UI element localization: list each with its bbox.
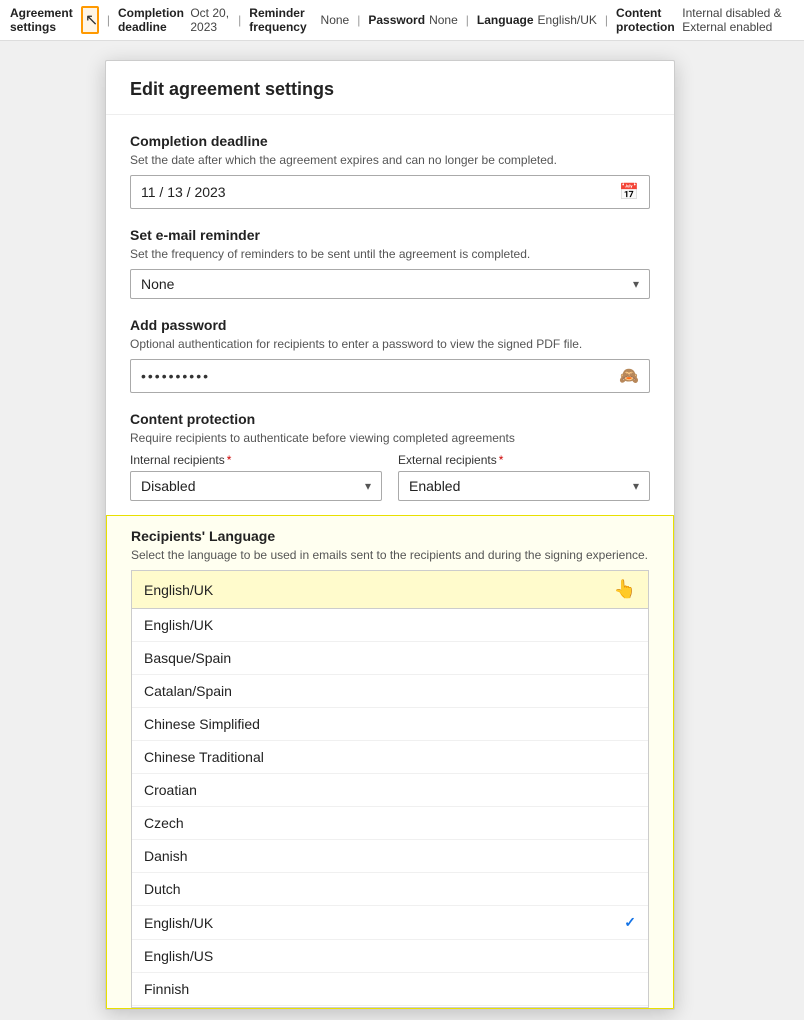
external-dropdown[interactable]: Enabled ▾ — [398, 471, 650, 501]
language-option-label: Catalan/Spain — [144, 683, 232, 699]
internal-label: Internal recipients * — [130, 453, 382, 467]
password-input[interactable]: •••••••••• 🙈 — [130, 359, 650, 393]
completion-deadline-label: Completion deadline — [118, 6, 186, 34]
email-reminder-section: Set e-mail reminder Set the frequency of… — [130, 227, 650, 299]
completion-deadline-value: Oct 20, 2023 — [190, 6, 230, 34]
content-protection-desc: Require recipients to authenticate befor… — [130, 431, 650, 445]
language-option[interactable]: French — [132, 1006, 648, 1008]
content-protection-title: Content protection — [130, 411, 650, 427]
reminder-value: None — [321, 13, 350, 27]
email-reminder-title: Set e-mail reminder — [130, 227, 650, 243]
date-value: 11 / 13 / 2023 — [141, 184, 226, 200]
language-option[interactable]: Dutch — [132, 873, 648, 906]
content-protection-label: Content protection — [616, 6, 678, 34]
reminder-dropdown[interactable]: None ▾ — [130, 269, 650, 299]
external-col: External recipients * Enabled ▾ — [398, 453, 650, 501]
sep5: | — [605, 13, 608, 27]
external-value: Enabled — [409, 478, 460, 494]
language-option-label: Finnish — [144, 981, 189, 997]
language-option-label: Chinese Simplified — [144, 716, 260, 732]
language-option-label: Danish — [144, 848, 188, 864]
language-option[interactable]: Finnish — [132, 973, 648, 1006]
language-selected-value: English/UK — [144, 582, 213, 598]
content-protection-value: Internal disabled & External enabled — [682, 6, 794, 34]
language-option-label: Czech — [144, 815, 184, 831]
email-reminder-desc: Set the frequency of reminders to be sen… — [130, 247, 650, 261]
language-option[interactable]: Danish — [132, 840, 648, 873]
language-option-label: Croatian — [144, 782, 197, 798]
language-section: Recipients' Language Select the language… — [106, 515, 674, 1009]
language-selected[interactable]: English/UK 👆 — [131, 570, 649, 608]
internal-label-text: Internal recipients — [130, 453, 225, 467]
language-option[interactable]: English/UK — [132, 609, 648, 642]
modal-body: Completion deadline Set the date after w… — [106, 115, 674, 1009]
eye-icon[interactable]: 🙈 — [619, 366, 639, 386]
external-required: * — [499, 453, 504, 467]
language-option-label: English/US — [144, 948, 213, 964]
password-title: Add password — [130, 317, 650, 333]
internal-value: Disabled — [141, 478, 195, 494]
content-protection-section: Content protection Require recipients to… — [130, 411, 650, 501]
reminder-label: Reminder frequency — [249, 6, 316, 34]
check-icon: ✓ — [624, 914, 636, 931]
reminder-dropdown-value: None — [141, 276, 174, 292]
language-option[interactable]: Croatian — [132, 774, 648, 807]
language-option[interactable]: Chinese Traditional — [132, 741, 648, 774]
language-option[interactable]: Chinese Simplified — [132, 708, 648, 741]
sep2: | — [238, 13, 241, 27]
date-input[interactable]: 11 / 13 / 2023 📅 — [130, 175, 650, 209]
external-label-text: External recipients — [398, 453, 497, 467]
language-option[interactable]: Czech — [132, 807, 648, 840]
completion-deadline-desc: Set the date after which the agreement e… — [130, 153, 650, 167]
edit-agreement-modal: Edit agreement settings Completion deadl… — [105, 60, 675, 1010]
sep1: | — [107, 13, 110, 27]
completion-deadline-title: Completion deadline — [130, 133, 650, 149]
reminder-dropdown-arrow: ▾ — [633, 277, 639, 291]
internal-col: Internal recipients * Disabled ▾ — [130, 453, 382, 501]
language-dropdown-list[interactable]: English/UK Basque/Spain Catalan/Spain Chine… — [131, 608, 649, 1008]
internal-dropdown[interactable]: Disabled ▾ — [130, 471, 382, 501]
language-label: Language — [477, 13, 534, 27]
modal-title: Edit agreement settings — [130, 79, 334, 99]
language-option-label: English/UK — [144, 617, 213, 633]
language-option[interactable]: English/UK ✓ — [132, 906, 648, 940]
language-option[interactable]: Catalan/Spain — [132, 675, 648, 708]
protection-row: Internal recipients * Disabled ▾ Externa… — [130, 453, 650, 501]
password-label: Password — [368, 13, 425, 27]
language-option[interactable]: English/US — [132, 940, 648, 973]
password-dots: •••••••••• — [141, 368, 210, 384]
internal-required: * — [227, 453, 232, 467]
completion-deadline-section: Completion deadline Set the date after w… — [130, 133, 650, 209]
sep4: | — [466, 13, 469, 27]
language-option[interactable]: Basque/Spain — [132, 642, 648, 675]
cursor-indicator[interactable]: ↖ — [81, 6, 99, 34]
language-value: English/UK — [538, 13, 597, 27]
external-label: External recipients * — [398, 453, 650, 467]
language-title: Recipients' Language — [131, 528, 649, 544]
language-option-label: Basque/Spain — [144, 650, 231, 666]
top-bar: Agreement settings ↖ | Completion deadli… — [0, 0, 804, 41]
external-arrow: ▾ — [633, 479, 639, 493]
calendar-icon[interactable]: 📅 — [619, 182, 639, 202]
language-option-label: Dutch — [144, 881, 181, 897]
language-desc: Select the language to be used in emails… — [131, 548, 649, 562]
dropdown-cursor: 👆 — [614, 579, 636, 600]
agreement-settings-label: Agreement settings — [10, 6, 75, 34]
modal-header: Edit agreement settings — [106, 61, 674, 115]
password-value: None — [429, 13, 458, 27]
language-option-label: Chinese Traditional — [144, 749, 264, 765]
password-desc: Optional authentication for recipients t… — [130, 337, 650, 351]
sep3: | — [357, 13, 360, 27]
language-option-label: English/UK — [144, 915, 213, 931]
internal-arrow: ▾ — [365, 479, 371, 493]
password-section: Add password Optional authentication for… — [130, 317, 650, 393]
